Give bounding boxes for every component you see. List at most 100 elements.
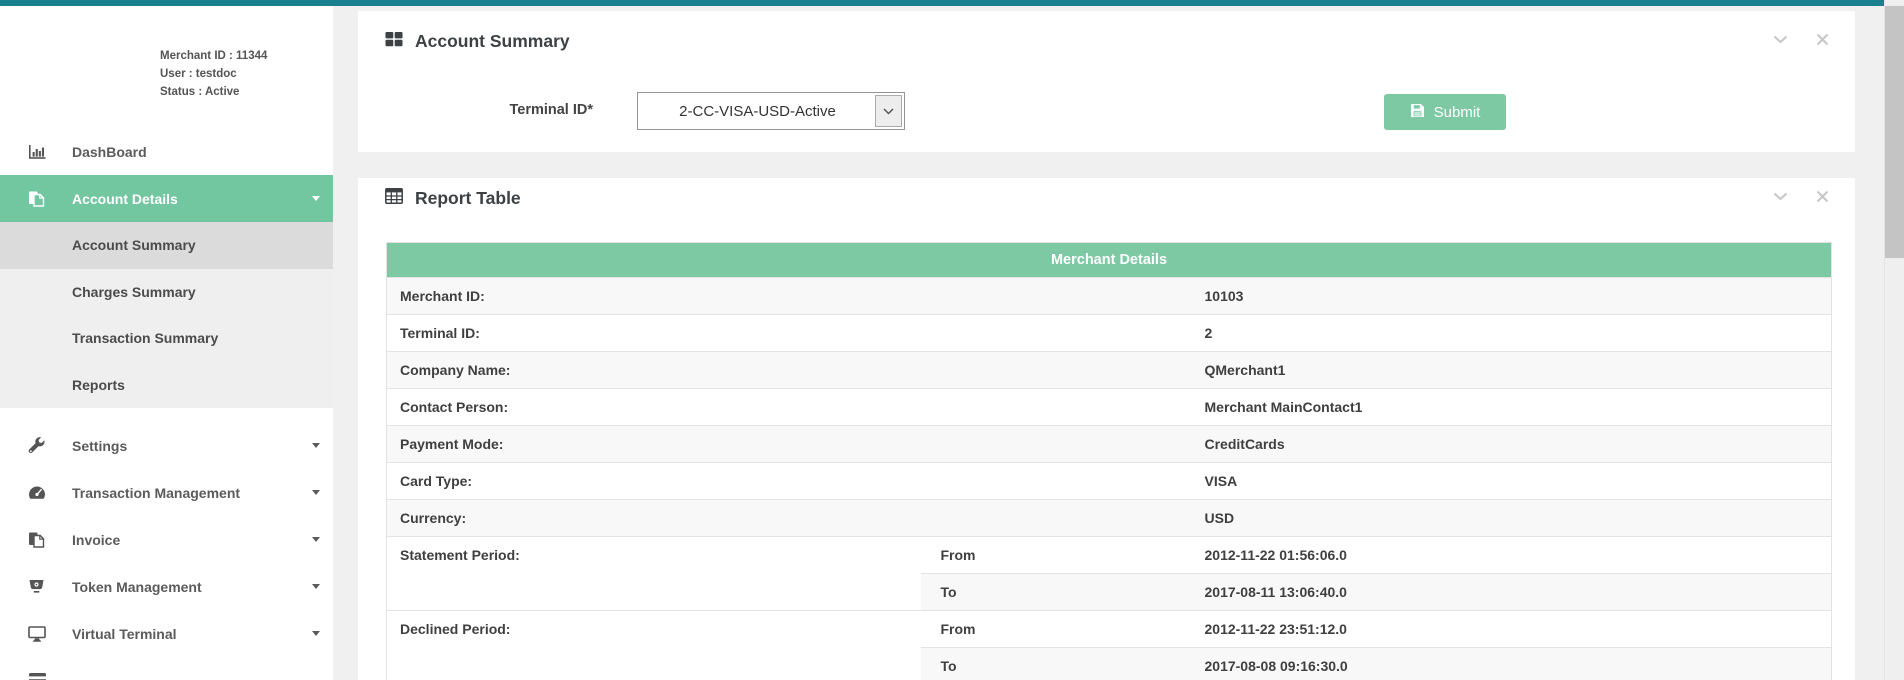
table-icon [385,188,403,209]
sidebar-item-virtual-terminal[interactable]: Virtual Terminal [0,610,333,657]
row-label: Statement Period: [387,537,921,611]
row-value: Merchant MainContact1 [1192,389,1832,426]
merchant-details-table: Merchant Details Merchant ID: 10103 Term… [386,242,1832,680]
collapse-chevron-icon[interactable] [1773,192,1788,201]
submit-button[interactable]: Submit [1384,94,1506,130]
documents-icon [28,191,50,207]
select-chevron-down-icon [875,95,902,127]
row-value: VISA [1192,463,1832,500]
caret-down-icon [312,537,320,542]
table-row: Company Name: QMerchant1 [387,352,1832,389]
row-to-label: To [921,648,1192,680]
table-row: Statement Period: From 2012-11-22 01:56:… [387,537,1832,574]
submenu-item-charges-summary[interactable]: Charges Summary [0,269,333,316]
table-row: Merchant ID: 10103 [387,278,1832,315]
row-value: 2017-08-08 09:16:30.0 [1192,648,1832,680]
row-label: Terminal ID: [387,315,1192,352]
security-camera-icon [28,579,50,595]
panel-title: Account Summary [385,31,570,52]
wrench-icon [28,437,50,454]
scrollbar-thumb[interactable] [1885,6,1904,258]
row-label: Payment Mode: [387,426,1192,463]
submenu-item-transaction-summary[interactable]: Transaction Summary [0,315,333,362]
sidebar-item-label: Invoice [72,532,120,548]
submenu-item-label: Reports [72,377,125,393]
caret-down-icon [312,631,320,636]
desktop-icon [28,626,50,642]
row-value: CreditCards [1192,426,1832,463]
sidebar-item-label: DashBoard [72,144,147,160]
row-value: 2012-11-22 01:56:06.0 [1192,537,1832,574]
status-text: Status : Active [160,83,267,101]
table-row: Terminal ID: 2 [387,315,1832,352]
sidebar-item-label: Virtual Terminal [72,626,177,642]
sidebar-item-dashboard[interactable]: DashBoard [0,128,333,175]
caret-down-icon [312,584,320,589]
account-details-submenu: Account Summary Charges Summary Transact… [0,222,333,408]
table-row: Declined Period: From 2012-11-22 23:51:1… [387,611,1832,648]
sidebar-item-label: Token Management [72,579,202,595]
collapse-chevron-icon[interactable] [1773,35,1788,44]
caret-down-icon [312,490,320,495]
credit-card-icon [28,673,50,680]
row-label: Currency: [387,500,1192,537]
merchant-id-text: Merchant ID : 11344 [160,47,267,65]
sidebar-item-account-details[interactable]: Account Details [0,175,333,222]
table-header-merchant-details: Merchant Details [387,243,1832,278]
row-value: QMerchant1 [1192,352,1832,389]
close-icon[interactable] [1816,190,1829,203]
submit-button-label: Submit [1434,104,1481,121]
caret-down-icon [312,196,320,201]
terminal-id-select-value: 2-CC-VISA-USD-Active [679,103,863,120]
documents-icon [28,532,50,548]
submenu-item-reports[interactable]: Reports [0,362,333,409]
caret-down-icon [312,443,320,448]
sidebar-item-invoice[interactable]: Invoice [0,516,333,563]
row-value: USD [1192,500,1832,537]
save-icon [1410,103,1425,122]
table-row: Card Type: VISA [387,463,1832,500]
row-value: 10103 [1192,278,1832,315]
panel-controls [1773,190,1829,203]
terminal-id-label: Terminal ID* [483,102,593,118]
submenu-item-label: Charges Summary [72,284,196,300]
panel-title: Report Table [385,188,521,209]
sidebar-item-label: Transaction Management [72,485,240,501]
sidebar-item-token-management[interactable]: Token Management [0,563,333,610]
row-value: 2 [1192,315,1832,352]
nav-gap [0,408,333,422]
vertical-scrollbar[interactable] [1884,0,1904,680]
user-text: User : testdoc [160,65,267,83]
row-label: Contact Person: [387,389,1192,426]
submenu-item-account-summary[interactable]: Account Summary [0,222,333,269]
account-summary-panel: Account Summary Terminal ID* 2-CC-VISA-U… [358,11,1855,152]
row-from-label: From [921,611,1192,648]
tachometer-icon [28,485,50,500]
row-label: Card Type: [387,463,1192,500]
sidebar-item-partial[interactable] [0,657,333,680]
row-to-label: To [921,574,1192,611]
row-label: Merchant ID: [387,278,1192,315]
row-label: Declined Period: [387,611,921,680]
panel-title-text: Report Table [415,188,521,209]
sidebar: Merchant ID : 11344 User : testdoc Statu… [0,0,333,680]
merchant-portal-page: { "theme": { "topbar_teal": "#1b808d", "… [0,0,1904,680]
merchant-info: Merchant ID : 11344 User : testdoc Statu… [160,47,267,101]
terminal-id-select[interactable]: 2-CC-VISA-USD-Active [637,92,905,130]
sidebar-item-label: Account Details [72,191,178,207]
sidebar-item-transaction-management[interactable]: Transaction Management [0,469,333,516]
sidebar-item-settings[interactable]: Settings [0,422,333,469]
table-row: Contact Person: Merchant MainContact1 [387,389,1832,426]
row-from-label: From [921,537,1192,574]
top-accent-bar [0,0,1884,6]
panel-title-text: Account Summary [415,31,570,52]
submenu-item-label: Account Summary [72,237,196,253]
sidebar-item-label: Settings [72,438,127,454]
report-table-panel: Report Table Merchant Details Merchant I… [358,178,1855,680]
sidebar-nav: DashBoard Account Details Account Summar… [0,128,333,680]
row-value: 2012-11-22 23:51:12.0 [1192,611,1832,648]
table-row: Payment Mode: CreditCards [387,426,1832,463]
submenu-item-label: Transaction Summary [72,330,218,346]
close-icon[interactable] [1816,33,1829,46]
row-value: 2017-08-11 13:06:40.0 [1192,574,1832,611]
